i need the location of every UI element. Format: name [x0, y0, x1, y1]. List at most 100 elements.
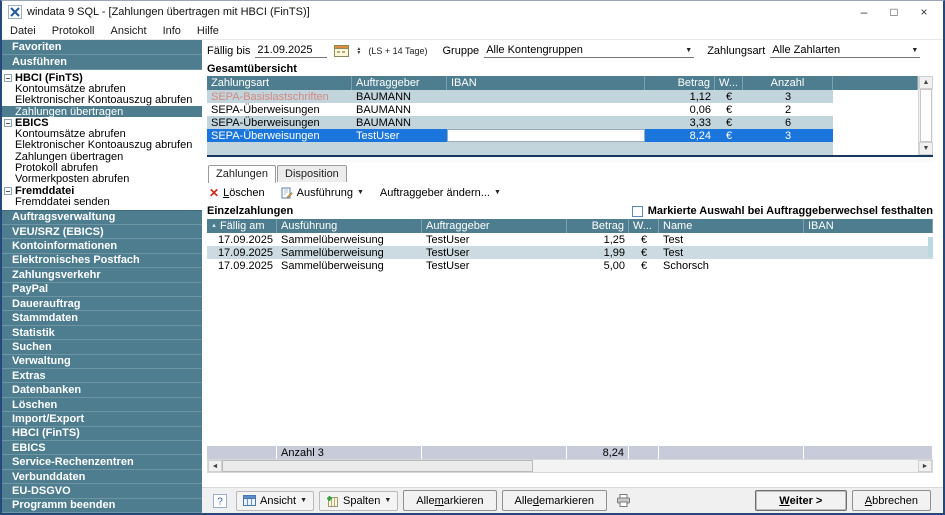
cell-betrag: 3,33 [645, 116, 715, 129]
delete-button[interactable]: ✕ Löschen [209, 187, 265, 199]
help-button[interactable]: ? [209, 491, 231, 511]
cell-iban [804, 259, 933, 272]
keep-selection-checkbox[interactable] [632, 206, 643, 217]
collapse-icon[interactable] [4, 119, 12, 127]
execution-dropdown-button[interactable]: Ausführung ▼ [281, 187, 364, 199]
cell-iban-edit[interactable] [447, 129, 645, 142]
sidebar-item-datenbanken[interactable]: Datenbanken [2, 383, 202, 397]
sidebar-item-hbci-fints[interactable]: HBCI (FinTS) [2, 427, 202, 441]
tab-zahlungen[interactable]: Zahlungen [208, 165, 276, 183]
tree-item-fremddatei-senden[interactable]: Fremddatei senden [2, 196, 202, 207]
scroll-up-icon[interactable]: ▲ [919, 76, 933, 89]
tree-item-elektronischer-kontoauszug-abrufen[interactable]: Elektronischer Kontoauszug abrufen [2, 95, 202, 106]
sidebar-item-auftragsverwaltung[interactable]: Auftragsverwaltung [2, 211, 202, 225]
overview-scrollbar[interactable]: ▲ ▼ [918, 76, 933, 155]
sidebar-item-verbunddaten[interactable]: Verbunddaten [2, 470, 202, 484]
sidebar-item-veu-srz-ebics[interactable]: VEU/SRZ (EBICS) [2, 225, 202, 239]
col-anzahl[interactable]: Anzahl [743, 76, 833, 90]
minimize-button[interactable]: – [849, 2, 879, 22]
col-auftraggeber[interactable]: Auftraggeber [422, 219, 567, 233]
sidebar-item-programm-beenden[interactable]: Programm beenden [2, 499, 202, 513]
scroll-left-icon[interactable]: ◄ [208, 460, 222, 472]
sidebar-item-import-export[interactable]: Import/Export [2, 412, 202, 426]
date-spinner[interactable]: ▲▼ [356, 47, 361, 55]
sidebar-item-elektronisches-postfach[interactable]: Elektronisches Postfach [2, 254, 202, 268]
tree-group-ebics[interactable]: EBICS [2, 117, 202, 128]
menu-hilfe[interactable]: Hilfe [197, 25, 219, 37]
col-betrag[interactable]: Betrag [645, 76, 715, 90]
collapse-icon[interactable] [4, 187, 12, 195]
select-all-button[interactable]: Alle markieren [403, 490, 496, 511]
tree-item-zahlungen-uebertragen-ebics[interactable]: Zahlungen übertragen [2, 151, 202, 162]
table-row-highlighted[interactable]: 17.09.2025 Sammelüberweisung TestUser 1,… [207, 246, 933, 259]
col-iban[interactable]: IBAN [804, 219, 933, 233]
tree-group-label: Fremddatei [15, 185, 74, 197]
scroll-right-icon[interactable]: ► [918, 460, 932, 472]
tab-disposition[interactable]: Disposition [277, 165, 347, 182]
change-principal-dropdown-button[interactable]: Auftraggeber ändern... ▼ [380, 187, 501, 199]
sidebar-item-loeschen[interactable]: Löschen [2, 398, 202, 412]
table-row[interactable]: 17.09.2025 Sammelüberweisung TestUser 1,… [207, 233, 933, 246]
sidebar-item-service-rechenzentren[interactable]: Service-Rechenzentren [2, 455, 202, 469]
menu-datei[interactable]: Datei [10, 25, 36, 37]
col-ausfuehrung[interactable]: Ausführung [277, 219, 422, 233]
sidebar-item-suchen[interactable]: Suchen [2, 340, 202, 354]
tree-group-fremddatei[interactable]: Fremddatei [2, 185, 202, 196]
calendar-icon[interactable] [334, 45, 349, 57]
tree-group-hbci-fints[interactable]: HBCI (FinTS) [2, 72, 202, 83]
sidebar-item-ausfuehren[interactable]: Ausführen [2, 55, 202, 70]
col-currency[interactable]: W... [715, 76, 743, 90]
sidebar-item-statistik[interactable]: Statistik [2, 326, 202, 340]
tree-item-vormerkposten-abrufen[interactable]: Vormerkposten abrufen [2, 174, 202, 185]
col-auftraggeber[interactable]: Auftraggeber [352, 76, 447, 90]
sidebar-item-eu-dsgvo[interactable]: EU-DSGVO [2, 484, 202, 498]
tree-item-zahlungen-uebertragen-selected[interactable]: Zahlungen übertragen [2, 106, 202, 117]
scrollbar-thumb[interactable] [920, 89, 932, 142]
collapse-icon[interactable] [4, 74, 12, 82]
sidebar-item-favoriten[interactable]: Favoriten [2, 40, 202, 55]
print-button[interactable] [612, 491, 634, 511]
menu-info[interactable]: Info [163, 25, 181, 37]
sidebar-item-zahlungsverkehr[interactable]: Zahlungsverkehr [2, 268, 202, 282]
col-name[interactable]: Name [659, 219, 804, 233]
sidebar-item-kontoinformationen[interactable]: Kontoinformationen [2, 239, 202, 253]
svg-text:?: ? [217, 496, 223, 507]
sidebar-item-paypal[interactable]: PayPal [2, 283, 202, 297]
col-iban[interactable]: IBAN [447, 76, 645, 90]
menu-protokoll[interactable]: Protokoll [52, 25, 95, 37]
group-dropdown[interactable]: Alle Kontengruppen▼ [484, 44, 694, 58]
spalten-dropdown-button[interactable]: Spalten ▼ [319, 491, 398, 511]
sidebar-item-ebics[interactable]: EBICS [2, 441, 202, 455]
table-row[interactable]: SEPA-Überweisungen BAUMANN 0,06 € 2 [207, 103, 918, 116]
table-row-selected[interactable]: SEPA-Überweisungen TestUser 8,24 € 3 [207, 129, 918, 142]
close-button[interactable]: × [909, 2, 939, 22]
scrollbar-thumb[interactable] [222, 460, 533, 472]
col-betrag[interactable]: Betrag [567, 219, 629, 233]
due-date-input[interactable]: 21.09.2025 [255, 44, 327, 58]
table-row[interactable]: SEPA-Basislastschriften BAUMANN 1,12 € 3 [207, 90, 918, 103]
table-row[interactable]: SEPA-Überweisungen BAUMANN 3,33 € 6 [207, 116, 918, 129]
col-zahlungsart[interactable]: Zahlungsart [207, 76, 352, 90]
sidebar-item-stammdaten[interactable]: Stammdaten [2, 311, 202, 325]
scroll-down-icon[interactable]: ▼ [919, 142, 933, 155]
menu-ansicht[interactable]: Ansicht [110, 25, 146, 37]
maximize-button[interactable]: □ [879, 2, 909, 22]
next-button[interactable]: Weiter > [755, 490, 847, 511]
cancel-button[interactable]: Abbrechen [852, 490, 931, 511]
ansicht-dropdown-button[interactable]: Ansicht ▼ [236, 491, 314, 511]
col-currency[interactable]: W... [629, 219, 659, 233]
table-row[interactable]: 17.09.2025 Sammelüberweisung TestUser 5,… [207, 259, 933, 272]
tree-item-kontoumsaetze-abrufen[interactable]: Kontoumsätze abrufen [2, 83, 202, 94]
horizontal-scrollbar[interactable]: ◄ ► [207, 459, 933, 473]
sidebar-item-dauerauftrag[interactable]: Dauerauftrag [2, 297, 202, 311]
deselect-all-button[interactable]: Alle demarkieren [502, 490, 608, 511]
sidebar-item-verwaltung[interactable]: Verwaltung [2, 355, 202, 369]
tree-item-protokoll-abrufen[interactable]: Protokoll abrufen [2, 162, 202, 173]
tree-item-elektronischer-kontoauszug-abrufen-ebics[interactable]: Elektronischer Kontoauszug abrufen [2, 140, 202, 151]
sidebar-item-extras[interactable]: Extras [2, 369, 202, 383]
filter-bar: Fällig bis 21.09.2025 ▲▼ (LS + 14 Tage) … [207, 40, 933, 62]
paytype-dropdown[interactable]: Alle Zahlarten▼ [770, 44, 920, 58]
payments-scrollbar-thumb[interactable] [928, 237, 933, 257]
col-faellig-am[interactable]: ▲Fällig am [207, 219, 277, 233]
tree-item-kontoumsaetze-abrufen-ebics[interactable]: Kontoumsätze abrufen [2, 128, 202, 139]
